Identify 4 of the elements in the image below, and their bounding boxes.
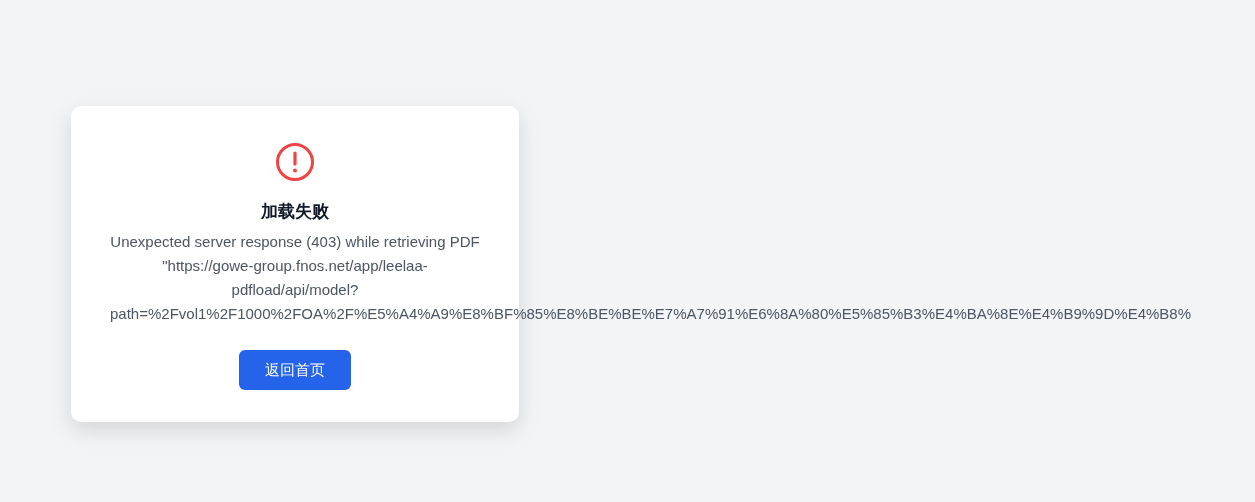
error-message: Unexpected server response (403) while retrieving PDF "https://gowe-group.fnos.net/app/leelaa-pdfload/api/model?path=%2Fvol1%2F1000%2FOA%2F%E5%A4%A9%E8%BF%85%E8%BE%BE%E7%A7%91%E6%8A%80%E5%85%B3%E4%BA%8E%E4%B9%9D%E4%B8%: [110, 233, 1191, 322]
error-icon: [275, 142, 315, 182]
home-button[interactable]: 返回首页: [239, 350, 351, 390]
error-title: 加载失败: [261, 201, 329, 223]
